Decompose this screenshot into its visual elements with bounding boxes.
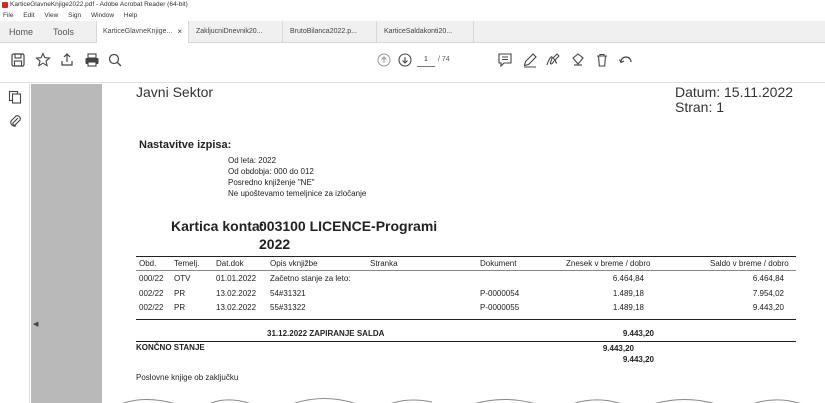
account-year: 2022 [259,236,291,252]
tab-kartice-glavne-knjige[interactable]: KarticeGlavneKnjige... × [96,21,189,43]
tab-bruto-bilanca[interactable]: BrutoBilanca2022.p... [284,21,377,43]
upload-share-icon[interactable] [59,52,75,68]
menu-sign[interactable]: Sign [68,12,81,19]
cell-obd: 002/22 [139,303,164,312]
comment-icon[interactable] [497,52,513,68]
table-top-rule [136,256,796,257]
rows-bottom-rule [136,319,796,320]
page-number-text: Stran: 1 [675,99,725,115]
window-title: KarticeGlavneKnjige2022.pdf - Adobe Acro… [10,1,188,8]
pdf-page: Javni Sektor Datum: 15.11.2022 Stran: 1 … [102,84,825,403]
cell-obd: 000/22 [139,274,164,283]
col-header: Stranka [370,259,398,268]
setting-line: Od leta: 2022 [228,156,277,165]
cell-opis: 55#31322 [270,303,306,312]
title-bar: KarticeGlavneKnjige2022.pdf - Adobe Acro… [0,0,825,10]
setting-line: Posredno knjiženje "NE" [228,178,315,187]
cell-temelj: OTV [174,274,191,283]
rotate-icon[interactable] [618,52,634,68]
menu-bar: File Edit View Sign Window Help [0,10,825,21]
page-up-icon[interactable] [376,52,392,68]
settings-title: Nastavitve izpisa: [139,139,232,151]
menu-help[interactable]: Help [124,12,137,19]
cell-datdok: 13.02.2022 [216,289,257,298]
zoom-search-icon[interactable] [107,52,123,68]
cell-opis: Začetno stanje za leto: [270,274,351,283]
report-date: Datum: 15.11.2022 [675,84,794,100]
cell-znesek: 1.489,18 [612,303,644,312]
tab-kartice-saldakonti[interactable]: KarticeSaldakonti20... [378,21,474,43]
menu-window[interactable]: Window [91,12,114,19]
final-value-1: 9.443,20 [602,344,634,353]
stamp-icon[interactable] [570,52,586,68]
menu-file[interactable]: File [3,12,13,19]
cell-datdok: 13.02.2022 [216,303,257,312]
tab-zakljucni-dnevnik[interactable]: ZakljucniDnevnik20... [190,21,283,43]
attachment-paperclip-icon[interactable] [8,114,22,128]
tab-bar: Home Tools KarticeGlavneKnjige... × Zakl… [0,21,825,43]
acrobat-app-icon [2,2,8,8]
tab-label: KarticeGlavneKnjige... [103,28,173,35]
closing-label: 31.12.2022 ZAPIRANJE SALDA [267,329,385,338]
page-bottom-outline-text [122,398,801,403]
cell-datdok: 01.01.2022 [216,274,257,283]
delete-trash-icon[interactable] [594,52,610,68]
document-gray-margin [31,84,102,403]
cell-dokument: P-0000054 [480,289,520,298]
tab-label: BrutoBilanca2022.p... [290,28,357,35]
left-rail [0,84,30,403]
collapse-panel-arrow-icon[interactable]: ◀ [33,320,38,328]
closing-rule [136,341,796,342]
cell-saldo: 6.464,84 [752,274,784,283]
tab-label: ZakljucniDnevnik20... [196,28,263,35]
col-header: Znesek v breme / dobro [566,259,651,268]
org-name: Javni Sektor [136,84,214,100]
final-value-2: 9.443,20 [622,355,654,364]
menu-view[interactable]: View [44,12,58,19]
toolbar: 1 / 74 [0,43,825,83]
header-bottom-rule [136,270,796,271]
cell-dokument: P-0000055 [480,303,520,312]
print-icon[interactable] [84,52,100,68]
cell-temelj: PR [174,289,186,298]
page-down-icon[interactable] [397,52,413,68]
menu-edit[interactable]: Edit [23,12,34,19]
closing-value: 9.443,20 [622,329,654,338]
cell-temelj: PR [174,303,186,312]
page-number-input[interactable]: 1 [417,53,435,67]
cell-saldo: 7.954,02 [752,289,784,298]
close-tab-icon[interactable]: × [177,21,182,43]
col-header: Obd. [139,259,157,268]
tools-tab[interactable]: Tools [53,21,74,43]
page-total: / 74 [438,56,450,63]
setting-line: Ne upoštevamo temeljnice za izločanje [228,189,367,198]
account-card-label: Kartica konta: [171,218,265,234]
col-header: Temelj. [174,259,200,268]
setting-line: Od obdobja: 000 do 012 [228,167,314,176]
cell-obd: 002/22 [139,289,164,298]
cell-znesek: 6.464,84 [612,274,644,283]
tab-label: KarticeSaldakonti20... [384,28,453,35]
footer-note: Poslovne knjige ob zaključku [136,373,239,382]
bookmark-star-icon[interactable] [35,52,51,68]
col-header: Opis vknjižbe [270,259,318,268]
final-state-label: KONČNO STANJE [136,343,205,352]
home-tab[interactable]: Home [9,21,33,43]
col-header: Dat.dok [216,259,244,268]
account-card-value: 003100 LICENCE-Programi [259,218,438,234]
cell-saldo: 9.443,20 [752,303,784,312]
draw-sign-icon[interactable] [545,52,561,68]
cell-znesek: 1.489,18 [612,289,644,298]
pages-thumbnails-icon[interactable] [8,90,22,104]
cell-opis: 54#31321 [270,289,306,298]
save-icon[interactable] [10,52,26,68]
highlight-pen-icon[interactable] [522,52,538,68]
col-header: Saldo v breme / dobro [710,259,789,268]
col-header: Dokument [480,259,517,268]
